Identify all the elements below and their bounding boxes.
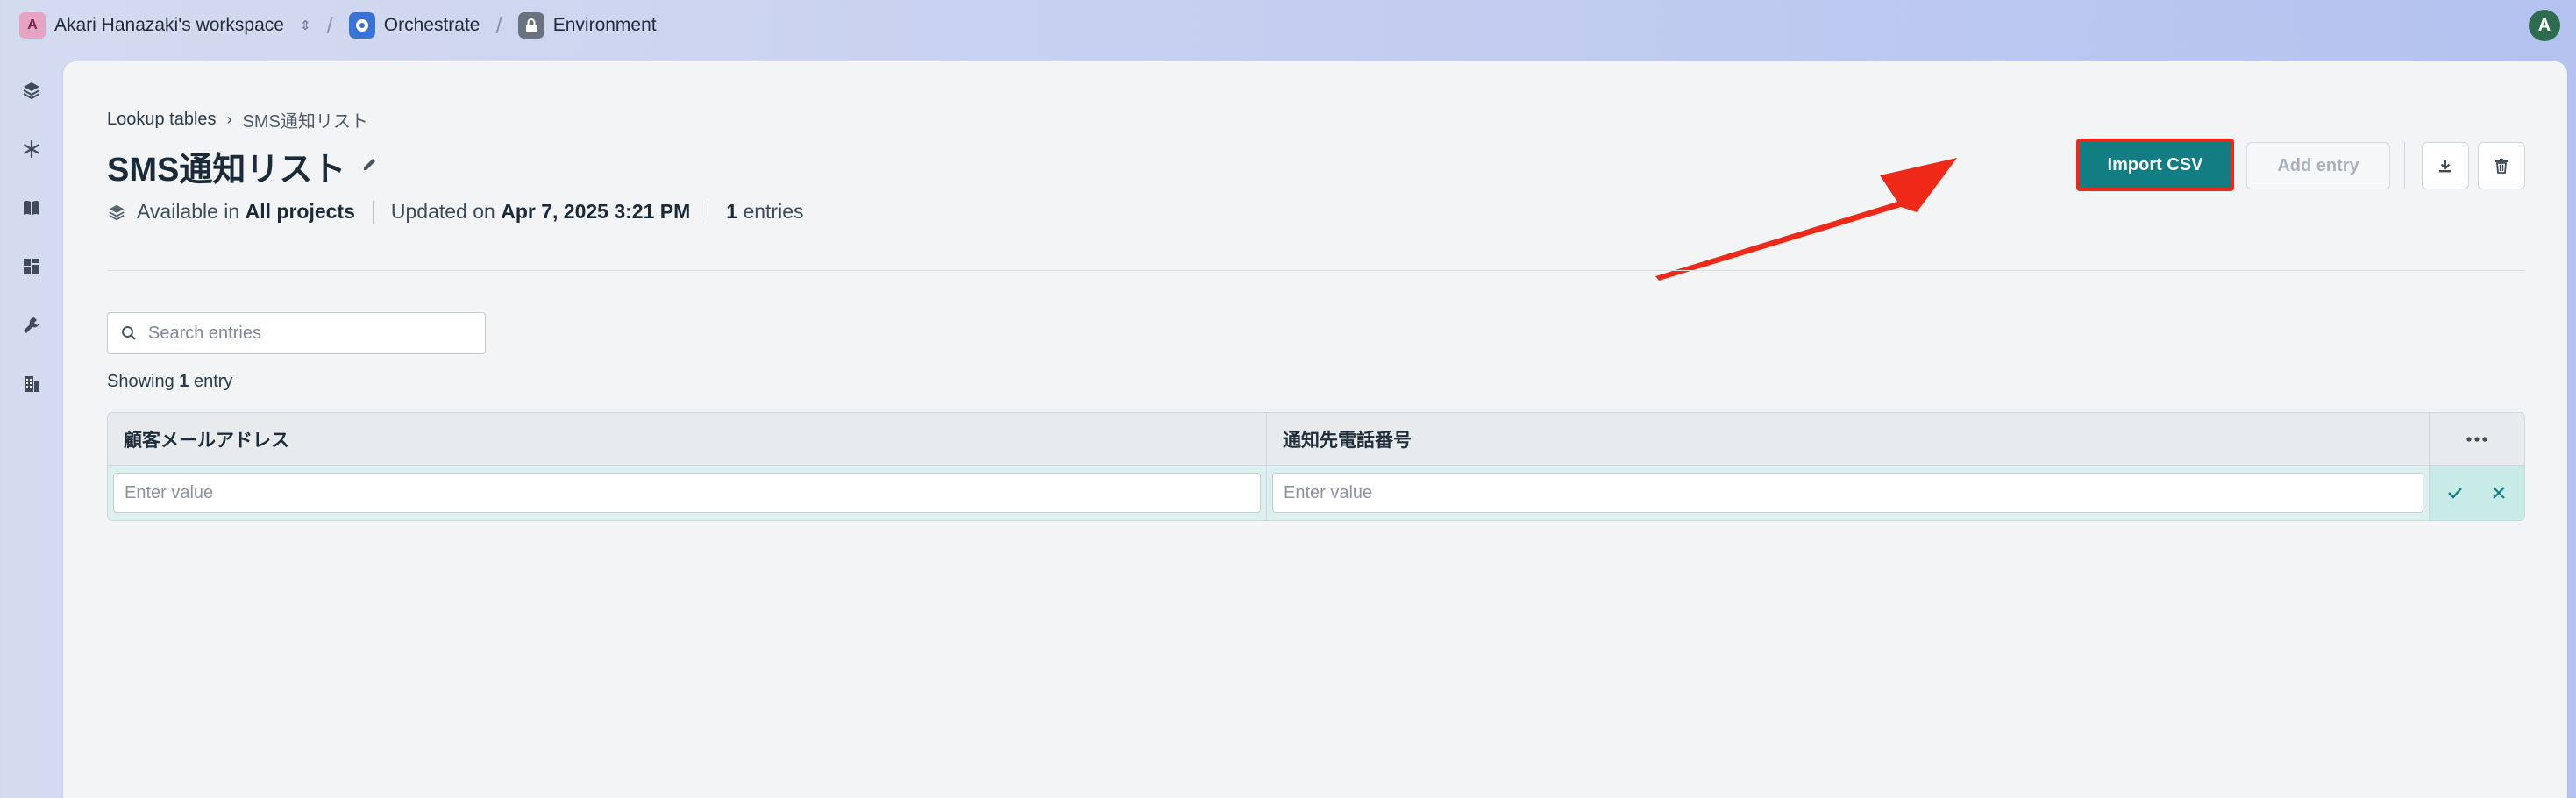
breadcrumb-separator: /	[326, 11, 333, 39]
search-icon	[122, 326, 136, 340]
table-cell	[1267, 466, 2430, 520]
showing-suffix: entry	[193, 372, 233, 391]
dashboard-icon	[24, 259, 39, 274]
table-header: 顧客メールアドレス 通知先電話番号	[108, 413, 2524, 466]
column-options-button[interactable]	[2430, 413, 2524, 465]
delete-button[interactable]	[2478, 142, 2525, 189]
showing-number: 1	[179, 372, 189, 391]
workspace-avatar: A	[19, 12, 46, 39]
table-cell	[108, 466, 1267, 520]
breadcrumb-current: SMS通知リスト	[242, 112, 368, 132]
row-actions	[2430, 466, 2524, 520]
book-icon	[24, 201, 39, 215]
confirm-entry-button[interactable]	[2444, 481, 2466, 504]
wrench-icon	[24, 317, 39, 333]
meta-divider	[372, 200, 374, 224]
sidebar-item-layers[interactable]	[18, 77, 45, 103]
layers-icon	[109, 204, 125, 220]
workspace-name: Akari Hanazaki's workspace	[54, 15, 284, 35]
section-name: Environment	[552, 15, 657, 35]
sidebar-item-organization[interactable]	[18, 371, 45, 397]
check-icon	[2448, 488, 2462, 499]
toolbar-divider	[2404, 142, 2405, 189]
chevron-right-icon: ›	[226, 110, 232, 128]
sidebar-item-snowflake[interactable]	[18, 136, 45, 162]
new-entry-row	[108, 466, 2524, 520]
add-entry-button[interactable]: Add entry	[2246, 142, 2390, 189]
top-bar: A Akari Hanazaki's workspace ⇕ / Orchest…	[0, 0, 2576, 51]
entries-count: 1	[726, 200, 738, 223]
page-title: SMS通知リスト	[107, 152, 346, 189]
user-avatar[interactable]: A	[2529, 10, 2560, 41]
lock-icon	[517, 12, 544, 39]
column-header: 顧客メールアドレス	[108, 413, 1267, 465]
sidebar-item-tools[interactable]	[18, 312, 45, 338]
chevron-up-down-icon: ⇕	[299, 18, 311, 33]
search-input[interactable]	[148, 323, 473, 344]
import-csv-button[interactable]: Import CSV	[2076, 139, 2234, 191]
table-meta: Available in All projects Updated on Apr…	[107, 200, 804, 224]
building-icon	[25, 376, 39, 392]
orchestrate-icon	[348, 12, 375, 39]
breadcrumb-lookup-tables[interactable]: Lookup tables	[107, 110, 217, 130]
app-name: Orchestrate	[383, 15, 480, 35]
search-box	[107, 312, 486, 354]
workspace-switcher[interactable]: A Akari Hanazaki's workspace ⇕	[19, 12, 311, 39]
column-header: 通知先電話番号	[1267, 413, 2430, 465]
layers-icon	[23, 82, 40, 100]
close-icon	[2493, 487, 2505, 499]
available-value: All projects	[245, 200, 355, 223]
showing-count: Showing 1 entry	[107, 372, 232, 392]
sidebar-item-docs[interactable]	[18, 195, 45, 221]
download-button[interactable]	[2422, 142, 2469, 189]
showing-prefix: Showing	[107, 372, 174, 391]
left-sidebar	[0, 51, 63, 798]
updated-prefix: Updated on	[390, 200, 495, 223]
breadcrumb-separator: /	[495, 11, 502, 39]
available-prefix: Available in	[137, 200, 240, 223]
entries-table: 顧客メールアドレス 通知先電話番号	[107, 412, 2525, 521]
cancel-entry-button[interactable]	[2487, 481, 2510, 504]
main-panel: Lookup tables › SMS通知リスト SMS通知リスト Availa…	[63, 61, 2567, 798]
download-icon	[2439, 160, 2451, 173]
updated-value: Apr 7, 2025 3:21 PM	[501, 200, 691, 223]
import-csv-label: Import CSV	[2107, 154, 2203, 175]
header-divider	[107, 270, 2525, 271]
entries-suffix: entries	[743, 200, 804, 223]
environment-link[interactable]: Environment	[517, 12, 657, 39]
breadcrumb: Lookup tables › SMS通知リスト	[107, 107, 368, 132]
trash-icon	[2495, 159, 2508, 174]
annotation-arrow	[1655, 158, 1957, 281]
more-horizontal-icon	[2466, 436, 2487, 442]
snowflake-icon	[24, 139, 39, 159]
sidebar-item-dashboard[interactable]	[18, 253, 45, 280]
phone-value-input[interactable]	[1272, 473, 2423, 513]
app-link[interactable]: Orchestrate	[348, 12, 480, 39]
email-value-input[interactable]	[113, 473, 1261, 513]
title-row: SMS通知リスト	[107, 142, 379, 190]
edit-title-button[interactable]	[361, 155, 379, 177]
pencil-icon	[364, 159, 376, 170]
